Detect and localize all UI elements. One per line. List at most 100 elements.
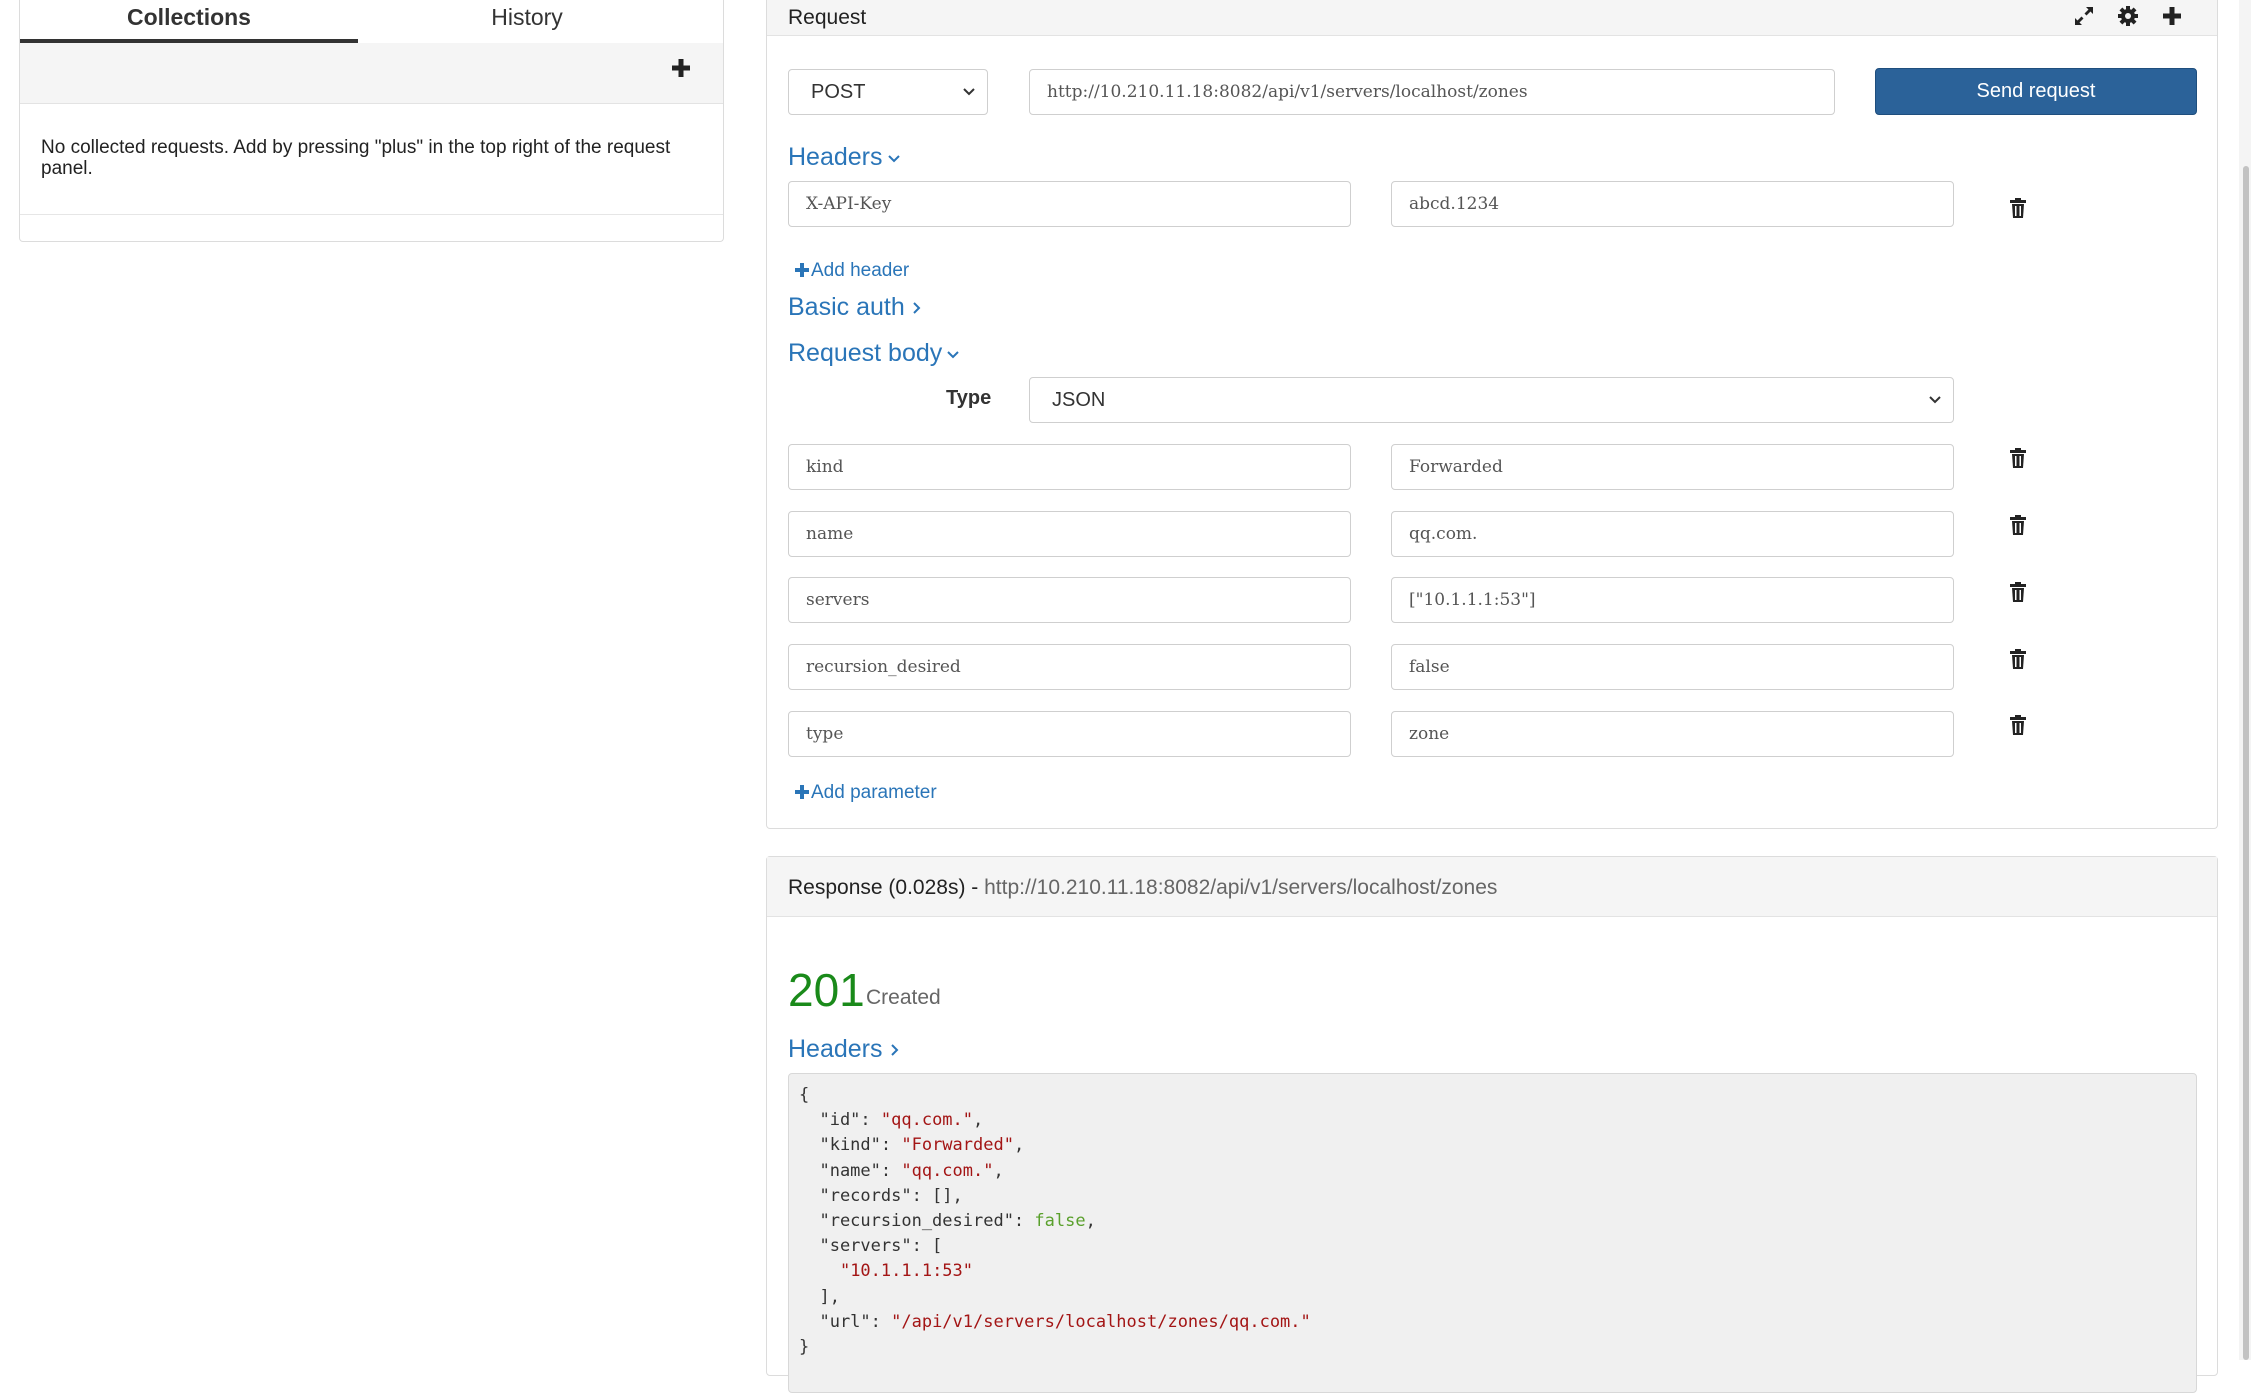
code-token: "name": — [799, 1160, 902, 1181]
param-value-input[interactable]: ["10.1.1.1:53"] — [1391, 577, 1954, 623]
status-text: Created — [866, 986, 941, 1009]
trash-icon[interactable] — [2010, 448, 2026, 468]
code-line: "name": "qq.com.", — [799, 1159, 2196, 1184]
code-line: ], — [799, 1285, 2196, 1310]
request-body-toggle[interactable]: Request body — [788, 339, 960, 368]
url-input[interactable]: http://10.210.11.18:8082/api/v1/servers/… — [1029, 69, 1835, 115]
add-parameter-label: Add parameter — [811, 782, 937, 803]
param-value-input[interactable]: Forwarded — [1391, 444, 1954, 490]
code-token: "id": — [799, 1110, 881, 1131]
code-line: "10.1.1.1:53" — [799, 1259, 2196, 1284]
method-value: POST — [811, 81, 866, 103]
trash-icon[interactable] — [2010, 198, 2026, 218]
plus-icon[interactable] — [671, 58, 691, 78]
add-parameter-link[interactable]: Add parameter — [795, 782, 937, 804]
request-panel-header: Request — [767, 0, 2217, 36]
scrollbar-thumb[interactable] — [2243, 166, 2249, 1360]
tab-history[interactable]: History — [358, 0, 696, 43]
code-token: "recursion_desired": — [799, 1211, 1035, 1232]
request-body-label: Request body — [788, 339, 943, 367]
code-line: "servers": [ — [799, 1234, 2196, 1259]
code-token: ], — [799, 1286, 840, 1307]
trash-icon[interactable] — [2010, 582, 2026, 602]
headers-label: Headers — [788, 143, 883, 171]
headers-toggle[interactable]: Headers — [788, 143, 901, 172]
param-key-input[interactable]: servers — [788, 577, 1351, 623]
collections-toolbar — [20, 43, 723, 104]
divider — [20, 214, 723, 215]
param-value-input[interactable]: qq.com. — [1391, 511, 1954, 557]
code-token: { — [799, 1085, 810, 1105]
type-label: Type — [946, 387, 992, 409]
response-title-text: Response (0.028s) - — [788, 876, 985, 899]
response-headers-toggle[interactable]: Headers — [788, 1035, 901, 1064]
code-token: , — [993, 1160, 1004, 1181]
chevron-right-icon — [913, 302, 921, 315]
code-token: "kind": — [799, 1135, 902, 1156]
gear-icon[interactable] — [2117, 5, 2139, 27]
param-value-input[interactable]: zone — [1391, 711, 1954, 757]
body-type-select[interactable]: JSON — [1029, 377, 1954, 423]
add-header-label: Add header — [811, 260, 910, 281]
code-token: "qq.com." — [901, 1160, 994, 1181]
basic-auth-label: Basic auth — [788, 293, 905, 321]
plus-icon — [795, 785, 809, 799]
code-line: { — [799, 1083, 2196, 1108]
param-key-input[interactable]: name — [788, 511, 1351, 557]
chevron-down-icon — [887, 155, 900, 163]
code-token: , — [1085, 1211, 1096, 1232]
code-token: "url": — [799, 1311, 892, 1332]
chevron-down-icon — [963, 88, 975, 96]
code-token: } — [799, 1337, 810, 1358]
response-url: http://10.210.11.18:8082/api/v1/servers/… — [984, 876, 1498, 899]
param-key-input[interactable]: kind — [788, 444, 1351, 490]
code-line: "kind": "Forwarded", — [799, 1133, 2196, 1158]
code-token: "records": [], — [799, 1185, 963, 1206]
add-header-link[interactable]: Add header — [795, 260, 909, 282]
response-header: Response (0.028s) - http://10.210.11.18:… — [767, 857, 2217, 917]
code-token: "servers": [ — [799, 1236, 943, 1257]
trash-icon[interactable] — [2010, 649, 2026, 669]
code-token: false — [1034, 1211, 1086, 1232]
code-token: "10.1.1.1:53" — [839, 1261, 974, 1282]
sidebar-tabs: Collections History — [20, 0, 723, 43]
basic-auth-toggle[interactable]: Basic auth — [788, 293, 923, 322]
collections-panel: Collections History No collected request… — [19, 0, 724, 242]
request-title: Request — [788, 6, 867, 29]
code-token: , — [973, 1110, 984, 1131]
param-value-input[interactable]: false — [1391, 644, 1954, 690]
response-title: Response (0.028s) - http://10.210.11.18:… — [788, 876, 1497, 900]
response-body: { "id": "qq.com.", "kind": "Forwarded", … — [788, 1073, 2197, 1393]
chevron-right-icon — [890, 1044, 898, 1057]
trash-icon[interactable] — [2010, 715, 2026, 735]
response-headers-label: Headers — [788, 1035, 883, 1063]
expand-icon[interactable] — [2073, 5, 2095, 27]
code-token: , — [1013, 1135, 1025, 1156]
code-token: "Forwarded" — [901, 1135, 1014, 1156]
plus-icon[interactable] — [2161, 5, 2183, 27]
param-key-input[interactable]: recursion_desired — [788, 644, 1351, 690]
code-line: "url": "/api/v1/servers/localhost/zones/… — [799, 1310, 2196, 1335]
trash-icon[interactable] — [2010, 515, 2026, 535]
plus-icon — [795, 263, 809, 277]
chevron-down-icon — [1929, 396, 1941, 404]
status-code: 201 — [788, 964, 865, 1016]
code-line: } — [799, 1335, 2196, 1360]
param-key-input[interactable]: type — [788, 711, 1351, 757]
code-line: "recursion_desired": false, — [799, 1209, 2196, 1234]
header-value-input[interactable]: abcd.1234 — [1391, 181, 1954, 227]
code-line: "id": "qq.com.", — [799, 1108, 2196, 1133]
code-token: "qq.com." — [880, 1110, 974, 1131]
response-panel: Response (0.028s) - http://10.210.11.18:… — [766, 856, 2218, 1393]
tab-collections[interactable]: Collections — [20, 0, 358, 43]
send-request-button[interactable]: Send request — [1875, 68, 2197, 115]
code-line: "records": [], — [799, 1184, 2196, 1209]
empty-collections-message: No collected requests. Add by pressing "… — [41, 137, 671, 179]
request-panel: Request POST http://10.210.11.18:8082/ap… — [766, 0, 2218, 829]
code-token: "/api/v1/servers/localhost/zones/qq.com.… — [891, 1311, 1311, 1332]
body-type-value: JSON — [1052, 389, 1106, 411]
chevron-down-icon — [947, 351, 959, 359]
method-select[interactable]: POST — [788, 69, 988, 115]
header-key-input[interactable]: X-API-Key — [788, 181, 1351, 227]
